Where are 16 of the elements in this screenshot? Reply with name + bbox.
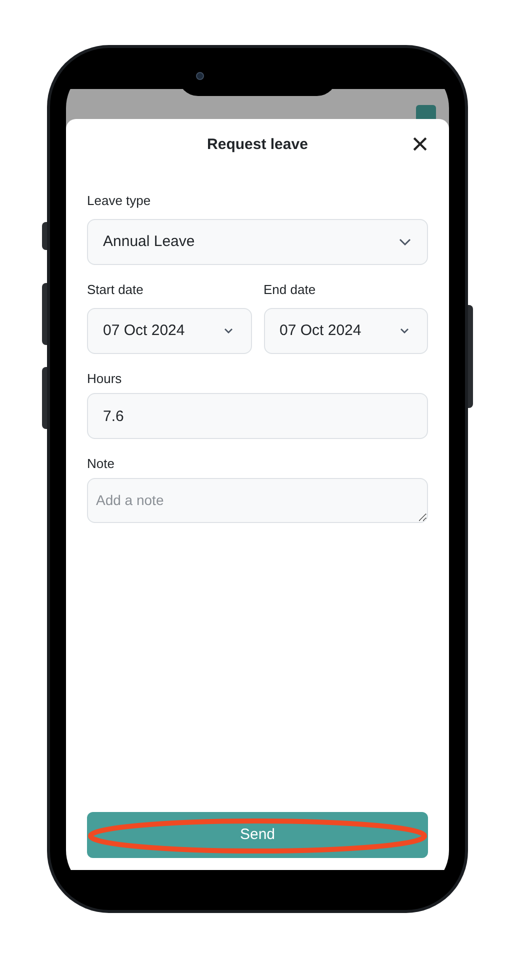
chevron-down-icon — [400, 328, 409, 334]
note-field[interactable]: Add a note — [87, 478, 428, 523]
hours-input[interactable]: 7.6 — [87, 393, 428, 439]
date-select[interactable]: 07 Oct 2024 — [87, 308, 252, 354]
chevron-down-icon — [399, 238, 411, 246]
date-select[interactable]: 07 Oct 2024 — [264, 308, 428, 354]
sheet-title: Request leave — [207, 134, 308, 155]
chevron-down-icon — [224, 328, 232, 334]
field-label: Hours — [87, 370, 123, 388]
leave-type-select[interactable]: Annual Leave — [87, 219, 428, 265]
camera-icon — [196, 72, 204, 80]
field-label: End date — [264, 281, 317, 299]
field-label: Start date — [87, 281, 144, 299]
close-button[interactable]: × — [406, 131, 434, 159]
field-label: Leave type — [87, 192, 152, 210]
field-label: Note — [87, 455, 116, 473]
